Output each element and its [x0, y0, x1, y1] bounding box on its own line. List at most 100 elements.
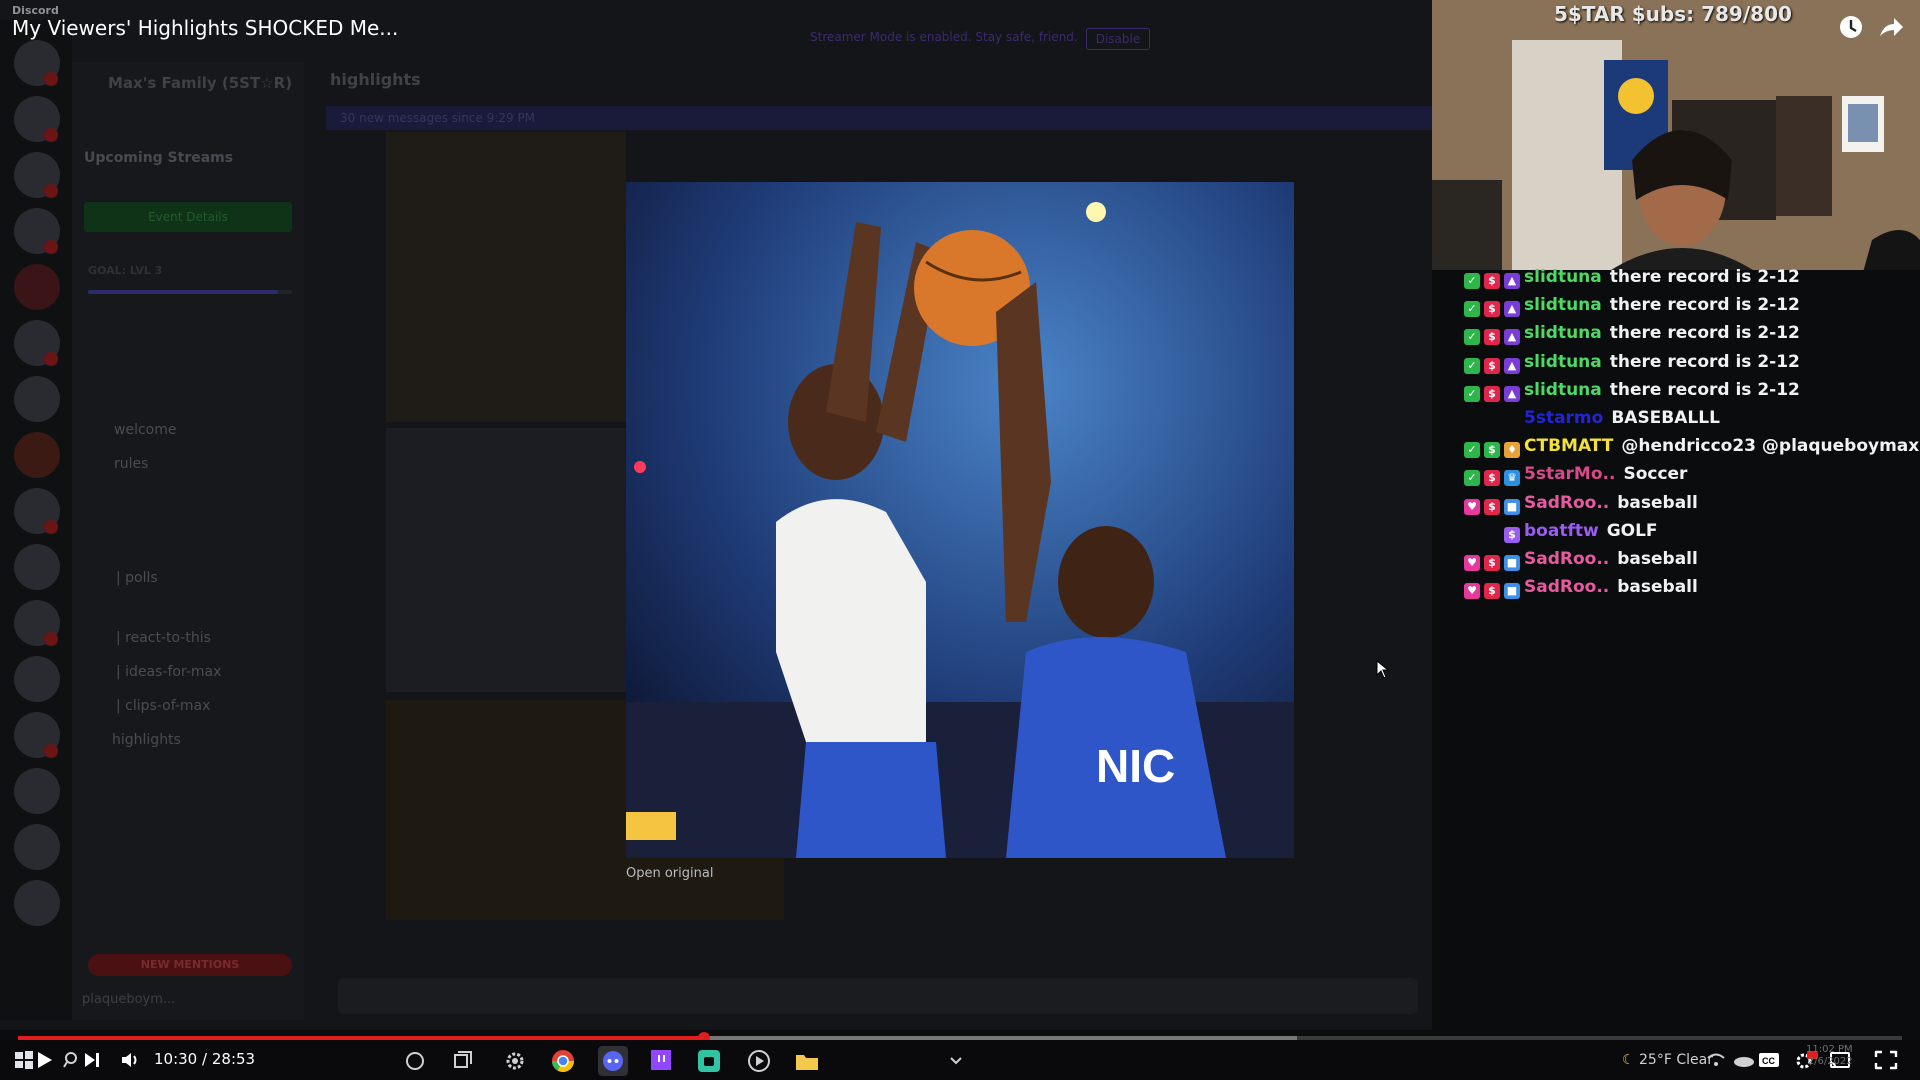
media-player-icon[interactable]	[744, 1046, 774, 1076]
system-clock: 11:02 PM 2/6/2022	[1806, 1044, 1853, 1068]
message-attachment[interactable]	[386, 428, 626, 692]
chat-message-text: there record is 2-12	[1609, 379, 1800, 400]
chat-username[interactable]: SadRoo..	[1524, 549, 1609, 569]
video-title[interactable]: My Viewers' Highlights SHOCKED Me...	[12, 16, 398, 40]
chat-message-text: GOLF	[1606, 520, 1658, 541]
time-display: 10:30 / 28:53	[154, 1050, 255, 1068]
channel-list: Max's Family (5ST☆R) Upcoming Streams Ev…	[72, 62, 304, 1020]
chat-message-text: BASEBALLL	[1611, 408, 1720, 428]
cloud-icon[interactable]	[1732, 1052, 1756, 1068]
chat-message-text: there record is 2-12	[1609, 267, 1800, 287]
discord-icon[interactable]	[598, 1046, 628, 1076]
check-badge-icon: ✓	[1464, 329, 1480, 346]
server-name[interactable]: Max's Family (5ST☆R)	[108, 74, 292, 92]
chat-message: ✓ $ ▲ slidtuna there record is 2-12	[1464, 264, 1800, 290]
volume-icon[interactable]	[120, 1050, 140, 1070]
clock-date: 2/6/2022	[1807, 1056, 1853, 1067]
server-rail	[0, 20, 72, 1020]
sub-badge-icon: $	[1484, 385, 1500, 402]
channel-rules[interactable]: rules	[114, 456, 148, 472]
search-icon[interactable]	[62, 1050, 82, 1070]
check-badge-icon: ✓	[1464, 442, 1480, 459]
sub-badge-icon: $	[1484, 498, 1500, 515]
file-explorer-icon[interactable]	[792, 1046, 822, 1076]
twitch-icon[interactable]	[646, 1046, 676, 1076]
sub-badge-icon: $	[1484, 301, 1500, 318]
new-messages-bar[interactable]: 30 new messages since 9:29 PM	[326, 106, 1432, 130]
sub-badge-icon: $	[1484, 470, 1500, 487]
channel-welcome[interactable]: welcome	[114, 422, 176, 438]
channel-react-to-this[interactable]: | react-to-this	[116, 630, 211, 646]
sub-badge-icon: $	[1484, 555, 1500, 571]
chat-username[interactable]: slidtuna	[1524, 352, 1602, 372]
chat-username[interactable]: slidtuna	[1524, 323, 1602, 343]
server-icon[interactable]	[14, 544, 60, 590]
message-composer[interactable]	[338, 978, 1418, 1014]
clock-time: 11:02 PM	[1806, 1044, 1853, 1055]
gift-badge-icon: ■	[1504, 498, 1520, 515]
event-details-button[interactable]: Event Details	[84, 202, 292, 232]
share-icon[interactable]	[1876, 12, 1906, 42]
settings-icon[interactable]	[500, 1046, 530, 1076]
wifi-icon[interactable]	[1706, 1052, 1726, 1068]
message-attachment[interactable]	[386, 132, 626, 422]
subs-goal-overlay: 5$TAR $ubs: 789/800	[1554, 2, 1792, 26]
chat-username[interactable]: slidtuna	[1524, 267, 1602, 287]
watch-later-icon[interactable]	[1836, 12, 1866, 42]
chat-username[interactable]: CTBMATT	[1524, 436, 1613, 456]
chat-username[interactable]: SadRoo..	[1524, 577, 1609, 597]
check-badge-icon: ✓	[1464, 357, 1480, 374]
chat-message-text: baseball	[1617, 577, 1698, 598]
chrome-icon[interactable]	[548, 1046, 578, 1076]
check-badge-icon: ✓	[1464, 470, 1480, 487]
chat-message: $ boatftw GOLF	[1504, 518, 1658, 544]
task-view-icon[interactable]	[448, 1046, 478, 1076]
fullscreen-icon[interactable]	[1874, 1050, 1898, 1070]
channel-ideas-for-max[interactable]: | ideas-for-max	[116, 664, 221, 680]
server-icon[interactable]	[14, 264, 60, 310]
server-icon[interactable]	[14, 768, 60, 814]
chat-username[interactable]: slidtuna	[1524, 380, 1602, 400]
bits-badge-icon: ▲	[1504, 301, 1520, 318]
boost-goal-label: GOAL: LVL 3	[88, 264, 163, 277]
chat-username[interactable]: SadRoo..	[1524, 493, 1609, 513]
chat-message: 5starmo BASEBALLL	[1524, 405, 1720, 431]
streamlabs-icon[interactable]	[694, 1046, 724, 1076]
server-icon[interactable]	[14, 432, 60, 478]
windows-start-icon[interactable]	[14, 1050, 34, 1070]
weather-widget[interactable]: ☾ 25°F Clear	[1622, 1052, 1713, 1068]
server-icon[interactable]	[14, 880, 60, 926]
closed-captions-icon[interactable]: CC	[1758, 1052, 1780, 1068]
notification-badge	[44, 352, 58, 366]
streamer-mode-banner: Streamer Mode is enabled. Stay safe, fri…	[810, 30, 1078, 44]
server-icon[interactable]	[14, 376, 60, 422]
gift-badge-icon: ■	[1504, 583, 1520, 600]
mouse-cursor-icon	[1376, 660, 1390, 679]
moon-icon: ☾	[1622, 1052, 1635, 1068]
next-icon[interactable]	[82, 1050, 102, 1070]
notification-badge	[44, 184, 58, 198]
chat-username[interactable]: boatftw	[1524, 521, 1599, 541]
open-original-link[interactable]: Open original	[626, 866, 713, 881]
chevron-down-icon[interactable]	[946, 1046, 966, 1076]
server-icon[interactable]	[14, 656, 60, 702]
notification-badge	[44, 240, 58, 254]
chat-username[interactable]: 5starmo	[1524, 408, 1603, 428]
channel-highlights[interactable]: highlights	[112, 732, 181, 748]
server-icon[interactable]	[14, 824, 60, 870]
chat-username[interactable]: slidtuna	[1524, 295, 1602, 315]
new-mentions-pill[interactable]: NEW MENTIONS	[88, 954, 292, 976]
channel-clips-of-max[interactable]: | clips-of-max	[116, 698, 210, 714]
channel-polls[interactable]: | polls	[116, 570, 158, 586]
chat-message: ✓ $ ▲ slidtuna there record is 2-12	[1464, 349, 1800, 375]
check-badge-icon: ✓	[1464, 385, 1480, 402]
money-badge-icon: $	[1484, 442, 1500, 459]
cortana-icon[interactable]	[400, 1046, 430, 1076]
sub-badge-icon: $	[1484, 273, 1500, 289]
play-icon[interactable]	[34, 1050, 54, 1070]
disable-streamer-mode-button[interactable]: Disable	[1086, 28, 1150, 50]
chat-message: ✓ $ ♦ CTBMATT @hendricco23 @plaqueboymax	[1464, 433, 1919, 459]
notification-badge	[44, 128, 58, 142]
chat-username[interactable]: 5starMo..	[1524, 464, 1615, 484]
username: plaqueboym...	[82, 992, 176, 1007]
